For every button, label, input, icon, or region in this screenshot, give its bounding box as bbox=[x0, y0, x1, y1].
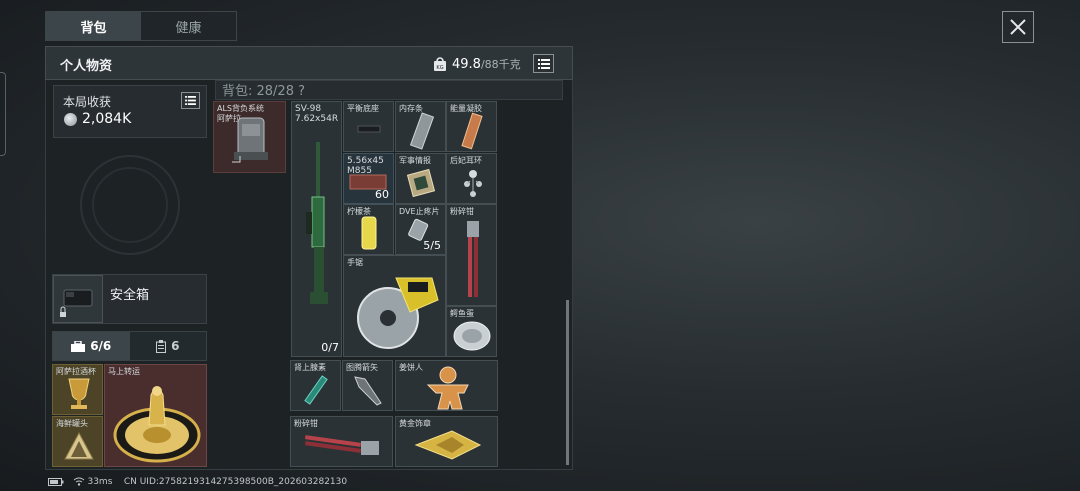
close-button[interactable] bbox=[1002, 11, 1034, 43]
panel-title: 个人物资 bbox=[60, 59, 113, 74]
inventory-scrollbar[interactable] bbox=[566, 300, 569, 465]
uid-text: CN UID:2758219314275398500B_202603282130 bbox=[123, 477, 348, 487]
item-totem-arrow[interactable]: 图腾箭矢 bbox=[342, 360, 393, 411]
svg-text:KG: KG bbox=[436, 65, 443, 71]
safe-box-label: 安全箱 bbox=[110, 288, 150, 303]
item-can[interactable]: 海鲜罐头 bbox=[52, 416, 103, 467]
bag-capacity[interactable]: 背包: 28/28 ? bbox=[222, 80, 305, 99]
intel-icon bbox=[406, 168, 436, 198]
rifle-icon bbox=[306, 142, 328, 304]
item-ammo[interactable]: 5.56x45 M855 60 bbox=[343, 153, 394, 204]
coin-icon bbox=[64, 113, 77, 126]
circular-saw-icon bbox=[357, 277, 439, 349]
item-lemon-tea[interactable]: 柠檬茶 bbox=[343, 204, 394, 255]
panel-list-button[interactable] bbox=[533, 54, 554, 73]
item-count: 5/5 bbox=[423, 239, 441, 252]
item-name: 图腾箭矢 bbox=[346, 363, 378, 372]
item-name: 肾上腺素 bbox=[294, 363, 326, 372]
close-icon bbox=[1010, 19, 1026, 35]
fortune-wheel-icon bbox=[113, 386, 201, 463]
tab-safe-box-count: 6/6 bbox=[90, 339, 112, 353]
weight-current: 49.8 bbox=[452, 57, 481, 72]
item-earring[interactable]: 后妃耳环 bbox=[446, 153, 497, 204]
pliers-icon bbox=[467, 221, 479, 297]
weight-icon: KG bbox=[434, 57, 446, 71]
weight-readout: 49.8/88千克 bbox=[452, 56, 521, 72]
item-crusher-pliers-2[interactable]: 粉碎钳 bbox=[290, 416, 393, 467]
list-icon bbox=[537, 58, 550, 69]
item-fortune[interactable]: 马上转运 bbox=[104, 364, 207, 467]
item-intel[interactable]: 军事情报 bbox=[395, 153, 446, 204]
item-energy-gel[interactable]: 能量凝胶 bbox=[446, 101, 497, 152]
item-gold-medal[interactable]: 黄金饰章 bbox=[395, 416, 498, 467]
item-count: 0/7 bbox=[321, 341, 339, 354]
pliers-icon bbox=[304, 435, 379, 455]
item-saw[interactable]: 手锯 bbox=[343, 255, 446, 357]
ping-value: 33ms bbox=[87, 477, 113, 487]
earnings-value: 2,084K bbox=[82, 111, 132, 127]
card-case-icon bbox=[156, 339, 167, 353]
item-name: 平衡底座 bbox=[347, 104, 379, 113]
item-rifle[interactable]: SV-98 7.62x54R 0/7 bbox=[291, 101, 342, 357]
container-tabs: 6/6 6 bbox=[52, 331, 207, 361]
item-cup[interactable]: 阿萨拉酒杯 bbox=[52, 364, 103, 415]
tab-safe-box[interactable]: 6/6 bbox=[53, 332, 130, 360]
syringe-icon bbox=[304, 375, 328, 405]
item-crocodile-egg[interactable]: 鳄鱼蛋 bbox=[446, 306, 497, 357]
item-name: 阿萨拉酒杯 bbox=[56, 367, 96, 376]
tab-health[interactable]: 健康 bbox=[141, 12, 236, 40]
side-handle[interactable] bbox=[0, 72, 6, 156]
item-count: 60 bbox=[375, 188, 389, 201]
item-name: 后妃耳环 bbox=[450, 156, 482, 165]
earnings-title: 本局收获 bbox=[63, 95, 112, 109]
memory-stick-icon bbox=[410, 112, 434, 150]
item-crusher-pliers[interactable]: 粉碎钳 bbox=[446, 204, 497, 306]
tab-card-case[interactable]: 6 bbox=[130, 332, 207, 360]
earnings-list-button[interactable] bbox=[181, 92, 200, 109]
item-name: 手锯 bbox=[347, 258, 363, 267]
battery-icon bbox=[48, 477, 64, 486]
item-name: 军事情报 bbox=[399, 156, 431, 165]
faction-emblem-inner bbox=[92, 167, 168, 243]
gold-medal-icon bbox=[414, 430, 482, 460]
energy-gel-icon bbox=[461, 112, 483, 150]
gingerbread-icon bbox=[426, 366, 469, 410]
egg-icon bbox=[453, 321, 491, 351]
backpack-icon bbox=[232, 117, 268, 163]
tab-backpack[interactable]: 背包 bbox=[46, 12, 141, 40]
weight-max: /88千克 bbox=[480, 58, 521, 71]
item-name: SV-98 7.62x54R bbox=[295, 104, 339, 124]
tab-card-case-count: 6 bbox=[171, 339, 180, 353]
earring-icon bbox=[464, 170, 482, 197]
lemon-tea-icon bbox=[361, 216, 377, 250]
item-balance-base[interactable]: 平衡底座 bbox=[343, 101, 394, 152]
cup-icon bbox=[68, 378, 90, 409]
item-name: 海鲜罐头 bbox=[56, 419, 88, 428]
status-bar: 33ms CN UID:2758219314275398500B_2026032… bbox=[48, 477, 347, 487]
balance-base-icon bbox=[357, 125, 381, 133]
pill-bottle-icon bbox=[408, 218, 429, 241]
backpack-equip-slot[interactable]: ALS背负系统 阿萨拉... bbox=[213, 101, 286, 173]
safe-box-icon bbox=[60, 289, 93, 317]
item-gingerbread[interactable]: 姜饼人 bbox=[395, 360, 498, 411]
item-name: 鳄鱼蛋 bbox=[450, 309, 474, 318]
item-adrenaline[interactable]: 肾上腺素 bbox=[290, 360, 341, 411]
item-name: 马上转运 bbox=[108, 367, 140, 376]
can-icon bbox=[64, 431, 94, 460]
toolbox-icon bbox=[71, 340, 86, 352]
item-dve[interactable]: DVE止疼片 5/5 bbox=[395, 204, 446, 255]
wifi-icon bbox=[73, 477, 84, 486]
safe-box-slot[interactable] bbox=[53, 275, 103, 323]
arrow-icon bbox=[354, 376, 382, 406]
item-memory-stick[interactable]: 内存条 bbox=[395, 101, 446, 152]
item-name: 粉碎钳 bbox=[450, 207, 474, 216]
list-icon bbox=[185, 96, 196, 105]
top-tabs: 背包 健康 bbox=[45, 11, 237, 41]
